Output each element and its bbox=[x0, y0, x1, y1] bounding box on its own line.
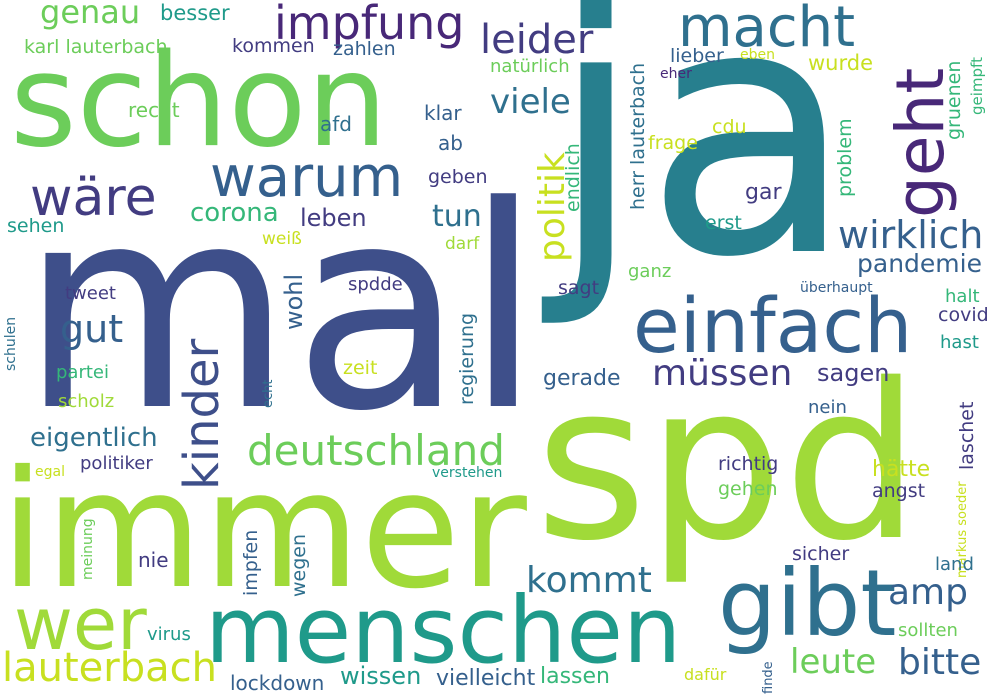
word-pandemie: pandemie bbox=[857, 249, 982, 278]
word-leben: leben bbox=[300, 204, 367, 232]
word-meinung: meinung bbox=[80, 518, 96, 580]
word-kommt: kommt bbox=[526, 560, 652, 601]
word-virus: virus bbox=[147, 624, 191, 645]
word-ueberhaupt: überhaupt bbox=[800, 280, 873, 296]
word-dafuer: dafür bbox=[684, 665, 727, 684]
word-gut: gut bbox=[60, 307, 124, 351]
word-cloud: ja mal spd immer schon menschen gibt ein… bbox=[0, 0, 1000, 700]
word-wissen: wissen bbox=[340, 662, 422, 690]
word-echt: echt bbox=[261, 379, 276, 408]
word-weiss: weiß bbox=[262, 229, 302, 249]
word-ab: ab bbox=[438, 131, 463, 155]
word-land: land bbox=[935, 554, 974, 575]
word-gibt: gibt bbox=[718, 550, 897, 657]
word-richtig: richtig bbox=[718, 453, 779, 475]
word-zeit: zeit bbox=[343, 357, 378, 379]
word-partei: partei bbox=[56, 362, 109, 383]
word-gehen: gehen bbox=[718, 478, 778, 500]
word-verstehen: verstehen bbox=[432, 465, 503, 481]
word-eben: eben bbox=[740, 47, 775, 63]
word-lieber: lieber bbox=[670, 45, 724, 67]
word-spdde: spdde bbox=[348, 274, 403, 295]
word-muessen: müssen bbox=[652, 353, 793, 394]
word-kinder: kinder bbox=[174, 338, 230, 490]
word-wohl: wohl bbox=[280, 273, 308, 330]
word-natuerlich: natürlich bbox=[490, 56, 570, 77]
word-wurde: wurde bbox=[808, 51, 873, 75]
word-egal: egal bbox=[35, 464, 65, 480]
word-amp: amp bbox=[888, 572, 968, 613]
word-covid: covid bbox=[938, 304, 989, 326]
word-impfen: impfen bbox=[240, 529, 262, 596]
word-eher: eher bbox=[660, 66, 692, 82]
word-genau: genau bbox=[40, 0, 141, 31]
word-viele: viele bbox=[490, 82, 571, 122]
word-sicher: sicher bbox=[792, 543, 850, 565]
word-karl-lauterbach: karl lauterbach bbox=[24, 36, 168, 58]
word-gar: gar bbox=[745, 180, 782, 205]
word-frage: frage bbox=[648, 132, 698, 154]
word-laschet: laschet bbox=[956, 401, 978, 470]
word-afd: afd bbox=[320, 112, 352, 136]
word-darf: darf bbox=[445, 234, 480, 254]
word-tun: tun bbox=[432, 199, 482, 234]
word-wegen: wegen bbox=[288, 533, 310, 597]
word-politiker: politiker bbox=[80, 453, 153, 474]
word-lassen: lassen bbox=[540, 664, 610, 689]
word-geben: geben bbox=[428, 166, 488, 188]
word-leute: leute bbox=[790, 642, 877, 682]
word-schulen: schulen bbox=[3, 316, 19, 371]
word-nie: nie bbox=[138, 548, 169, 572]
word-besser: besser bbox=[160, 1, 230, 25]
word-finde: finde bbox=[761, 661, 776, 694]
word-gerade: gerade bbox=[543, 366, 621, 391]
word-tweet: tweet bbox=[65, 283, 116, 304]
word-eigentlich: eigentlich bbox=[30, 423, 158, 453]
word-recht: recht bbox=[128, 98, 180, 122]
word-lockdown: lockdown bbox=[230, 671, 325, 695]
word-angst: angst bbox=[872, 480, 926, 502]
word-endlich: endlich bbox=[562, 143, 584, 212]
word-corona: corona bbox=[190, 198, 279, 228]
word-ganz: ganz bbox=[628, 261, 672, 282]
word-scholz: scholz bbox=[58, 391, 115, 412]
word-leider: leider bbox=[480, 17, 594, 63]
word-kommen: kommen bbox=[232, 35, 315, 57]
word-problem: problem bbox=[834, 118, 856, 197]
word-herr-lauterbach: herr lauterbach bbox=[627, 62, 649, 210]
word-haette: hätte bbox=[872, 457, 931, 482]
word-gruenen: gruenen bbox=[943, 60, 965, 140]
word-sehen: sehen bbox=[7, 215, 65, 237]
word-zahlen: zahlen bbox=[333, 38, 396, 60]
word-bitte: bitte bbox=[898, 642, 982, 683]
word-lauterbach: lauterbach bbox=[2, 645, 217, 691]
word-sagen: sagen bbox=[817, 359, 890, 387]
word-hast: hast bbox=[940, 332, 979, 353]
word-erst: erst bbox=[705, 212, 742, 234]
word-regierung: regierung bbox=[456, 312, 478, 405]
word-cdu: cdu bbox=[712, 116, 747, 138]
word-klar: klar bbox=[424, 101, 462, 125]
word-nein: nein bbox=[808, 397, 847, 418]
word-geimpft: geimpft bbox=[968, 57, 986, 115]
word-vielleicht: vielleicht bbox=[436, 666, 536, 691]
word-sagt: sagt bbox=[558, 277, 600, 299]
word-sollten: sollten bbox=[898, 620, 958, 641]
